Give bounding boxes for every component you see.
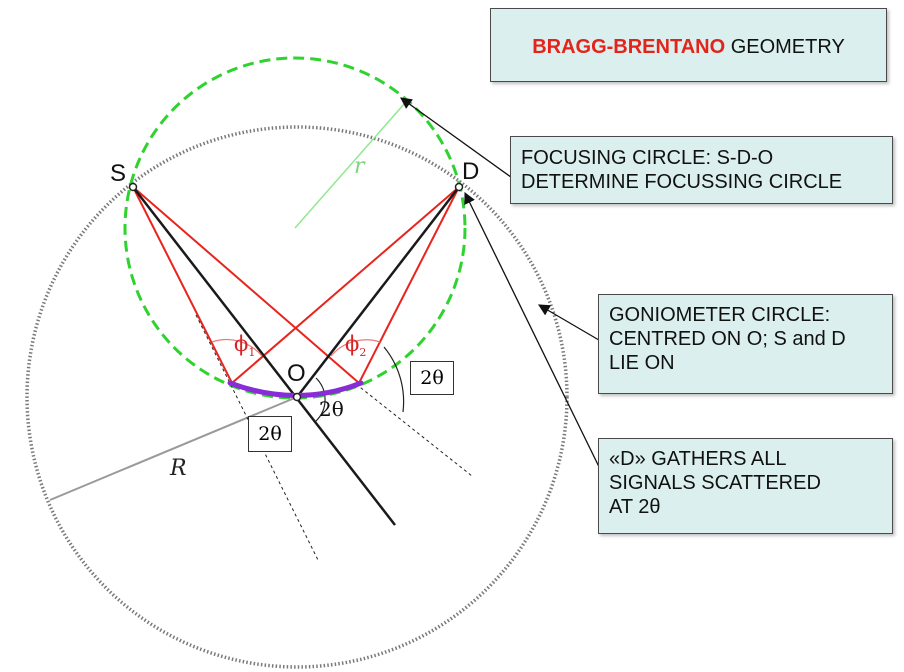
phi1-subscript: 1 [248, 346, 256, 360]
title-accent: BRAGG-BRENTANO [532, 36, 726, 58]
label-phi2: ϕ2 [345, 332, 366, 359]
phi2-symbol: ϕ [345, 332, 360, 356]
label-s: S [110, 160, 127, 187]
focusing-callout-line-2: DETERMINE FOCUSSING CIRCLE [521, 171, 843, 193]
label-o: O [287, 360, 306, 387]
goniometer-callout-line-3: LIE ON [609, 352, 675, 374]
label-phi1: ϕ1 [234, 332, 255, 359]
angle-box-right: 2θ [410, 361, 454, 395]
title-box: BRAGG-BRENTANO GEOMETRY [490, 8, 887, 82]
detector-callout-line-2: SIGNALS SCATTERED [609, 472, 821, 494]
goniometer-circle-callout: GONIOMETER CIRCLE: CENTRED ON O; S and D… [598, 294, 893, 394]
arrow-to-focusing-circle [400, 97, 516, 181]
phi2-subscript: 2 [359, 346, 367, 360]
angle-box-left: 2θ [248, 416, 292, 452]
title-rest: GEOMETRY [725, 36, 845, 58]
detector-callout-line-1: «D» GATHERS ALL [609, 448, 787, 470]
goniometer-callout-line-2: CENTRED ON O; S and D [609, 328, 846, 350]
label-r-big: R [170, 456, 187, 481]
label-two-theta-center: 2θ [319, 397, 344, 421]
two-theta-arc-right [383, 346, 405, 413]
dotted-normal-right [355, 383, 473, 477]
phi1-symbol: ϕ [234, 332, 249, 356]
focusing-circle-callout: FOCUSING CIRCLE: S-D-O DETERMINE FOCUSSI… [510, 136, 893, 204]
focusing-radius-line [294, 102, 406, 229]
focusing-callout-line-1: FOCUSING CIRCLE: S-D-O [521, 147, 774, 169]
label-r-small: r [354, 154, 365, 179]
detector-callout-line-3: AT 2θ [609, 496, 661, 518]
goniometer-callout-line-1: GONIOMETER CIRCLE: [609, 304, 831, 326]
arrow-to-goniometer-circle [537, 304, 605, 344]
point-o [292, 392, 302, 402]
detector-callout: «D» GATHERS ALL SIGNALS SCATTERED AT 2θ [598, 438, 893, 534]
arrow-to-detector [464, 191, 605, 478]
point-s [128, 182, 138, 192]
label-d: D [462, 158, 480, 185]
